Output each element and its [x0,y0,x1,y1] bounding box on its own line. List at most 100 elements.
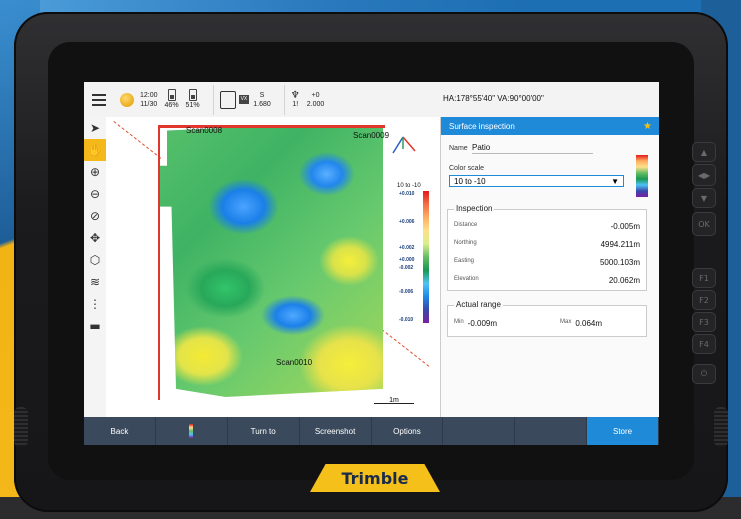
globe-icon[interactable] [120,92,134,107]
elevation-row: Elevation 20.062m [454,276,640,285]
left-right-key[interactable]: ◀▶ [692,164,716,186]
min-label: Min [454,319,464,325]
color-scale-swatch [636,155,648,197]
scan-direction-line [113,121,162,159]
logo-text: Trimble [341,468,409,488]
legend-bar [423,191,429,323]
chevron-down-icon: ▼ [611,176,619,186]
max-label: Max [560,319,572,325]
target-label: 1! [292,100,299,108]
trimble-logo: Trimble [310,464,440,492]
clock: 12:00 11/30 [140,91,158,109]
color-scale-dropdown[interactable]: 10 to -10 ▼ [449,175,624,187]
ok-key[interactable]: OK [692,212,716,236]
scan-view[interactable]: Scan0008 Scan0009 Scan0010 10 to -10 +0.… [106,117,440,417]
angles-readout: HA:178°55'40" VA:90°00'00" [443,94,544,103]
prism-icon: ♆ [290,89,300,101]
legend-tick: +0.006 [399,219,415,225]
max-row: Max 0.064m [560,319,640,328]
back-button[interactable]: Back [84,417,156,445]
easting-value: 5000.103m [599,258,640,267]
right-grip [714,407,728,447]
battery2-text: 51% [185,102,200,109]
f4-key[interactable]: F4 [692,334,716,354]
elevation-value: 20.062m [608,276,640,285]
f1-key[interactable]: F1 [692,268,716,288]
name-field[interactable] [472,141,593,154]
panel-title: Surface inspection [449,121,515,131]
color-scale-label: Color scale [449,165,485,172]
power-key[interactable]: ⏻ [692,364,716,384]
northing-label: Northing [454,240,477,246]
camera-icon[interactable]: ▬ [84,315,106,337]
target-status[interactable]: ♆ 1! +0 2.000 [290,89,332,109]
orbit-icon[interactable]: ✥ [84,227,106,249]
battery-icon [188,89,197,101]
zoom-extents-icon[interactable]: ⊘ [84,205,106,227]
battery1-text: 46% [164,102,179,109]
inspection-title: Inspection [454,204,495,213]
actual-range-title: Actual range [454,300,503,309]
favorite-star-icon[interactable]: ★ [643,121,652,132]
scan-point-cloud[interactable] [158,125,383,397]
divider [212,84,214,115]
divider [283,84,285,115]
northing-value: 4994.211m [600,240,640,249]
menu-button[interactable] [84,82,114,117]
battery-2[interactable]: 51% [186,89,200,110]
empty-button[interactable] [443,417,516,445]
compass-icon [392,136,416,154]
legend-tick: +0.010 [399,191,415,197]
empty-button[interactable] [515,417,588,445]
left-grip [14,407,28,447]
legend-tick: +0.000 [399,257,415,263]
distance-row: Distance -0.005m [454,222,640,231]
legend-title: 10 to -10 [397,183,421,189]
color-scale-icon [189,424,194,438]
target-height: 2.000 [306,100,325,108]
date-text: 11/30 [140,100,158,108]
panel-header: Surface inspection ★ [441,117,659,135]
easting-row: Easting 5000.103m [454,258,640,267]
options-button[interactable]: Options [372,417,444,445]
scan-label-0010[interactable]: Scan0010 [276,358,312,367]
select-tool-icon[interactable]: ➤ [84,117,106,139]
app-screen: 12:00 11/30 46% 51% VX S 1.680 ♆ 1! +0 2… [84,82,659,445]
status-bar: 12:00 11/30 46% 51% VX S 1.680 ♆ 1! +0 2… [84,82,659,118]
color-scale-value: 10 to -10 [454,176,486,186]
time-text: 12:00 [140,91,158,99]
color-scale-button[interactable] [156,417,228,445]
f3-key[interactable]: F3 [692,312,716,332]
instrument-value: 1.680 [253,100,271,108]
turn-to-button[interactable]: Turn to [228,417,300,445]
distance-label: Distance [454,222,478,228]
inspection-box: Inspection Distance -0.005m Northing 499… [447,204,647,291]
layers-icon[interactable]: ≋ [84,271,106,293]
northing-row: Northing 4994.211m [454,240,640,249]
actual-range-box: Actual range Min -0.009m Max 0.064m [447,300,647,337]
instrument-tag: VX [238,95,250,104]
zoom-out-icon[interactable]: ⊖ [84,183,106,205]
battery-icon [167,89,176,101]
zoom-in-icon[interactable]: ⊕ [84,161,106,183]
scan-label-0009[interactable]: Scan0009 [353,131,389,140]
f2-key[interactable]: F2 [692,290,716,310]
legend-tick: -0.010 [399,317,414,323]
instrument-status[interactable]: VX S 1.680 [219,90,278,109]
legend-tick: -0.002 [399,265,414,271]
max-value: 0.064m [575,319,603,328]
battery-1[interactable]: 46% [165,89,179,110]
screenshot-button[interactable]: Screenshot [300,417,372,445]
scan-direction-line [381,329,430,367]
scale-bar: 1m [374,397,414,404]
instrument-icon [219,90,236,109]
scan-label-0008[interactable]: Scan0008 [186,126,222,135]
pan-tool-icon[interactable]: ✋ [84,139,106,161]
color-legend: 10 to -10 +0.010 +0.006 +0.002 +0.000 -0… [397,183,433,333]
up-key[interactable]: ▲ [692,142,716,162]
store-button[interactable]: Store [587,417,659,445]
instrument-label: S [259,91,265,99]
more-icon[interactable]: ⋮ [84,293,106,315]
down-key[interactable]: ▼ [692,188,716,208]
view-cube-icon[interactable]: ⬡ [84,249,106,271]
